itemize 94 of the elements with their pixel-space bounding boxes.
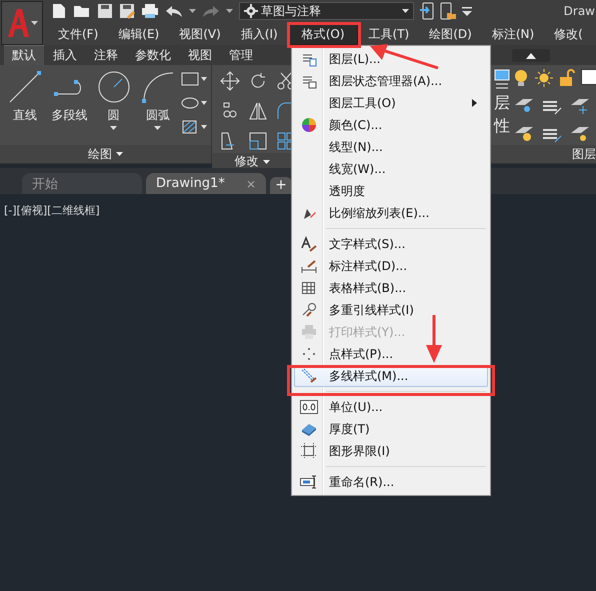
caret-icon: [402, 9, 409, 13]
draw-tool-button[interactable]: 多段线: [48, 69, 90, 124]
redo-icon[interactable]: [202, 4, 220, 18]
menu-item[interactable]: 线宽(W)...: [294, 158, 488, 180]
ribbon-tab[interactable]: 默认: [4, 45, 44, 65]
caret-icon: [262, 160, 270, 164]
scale-icon[interactable]: [248, 131, 268, 151]
document-tab[interactable]: 开始: [22, 173, 142, 194]
circle-icon: [98, 71, 130, 103]
menu-item[interactable]: 颜色(C)...: [294, 114, 488, 136]
window-title: Draw: [564, 4, 595, 18]
panel-title[interactable]: 图层: [491, 145, 596, 163]
layer-thaw-icon[interactable]: [569, 125, 591, 143]
caret-icon: [116, 152, 123, 156]
caret-icon: [154, 126, 162, 130]
layer-isolate-icon[interactable]: [513, 97, 535, 115]
menu-item[interactable]: 比例缩放列表(E)...: [294, 202, 488, 224]
workspace-dropdown[interactable]: 草图与注释: [239, 2, 414, 20]
new-file-icon[interactable]: [51, 3, 67, 19]
panel-toggle-button[interactable]: [512, 49, 550, 62]
text-style-icon: [301, 236, 317, 252]
save-icon[interactable]: [97, 3, 113, 19]
menu-item[interactable]: 多重引线样式(I): [294, 299, 488, 321]
panel-title[interactable]: 绘图: [0, 145, 211, 163]
undo-icon[interactable]: [165, 4, 183, 18]
caret-icon: [189, 9, 196, 13]
menu-bar-item[interactable]: 工具(T): [360, 22, 418, 44]
arc-icon: [142, 71, 174, 103]
dropdown-icon[interactable]: [462, 6, 472, 16]
share-icon[interactable]: [420, 2, 434, 20]
layer-freeze-icon[interactable]: [569, 97, 591, 115]
table-icon: [301, 280, 317, 296]
multiline-icon: [301, 368, 317, 384]
layer-on-icon[interactable]: [513, 125, 535, 143]
caret-icon: [226, 9, 233, 13]
thickness-icon: [301, 421, 317, 437]
bulb-icon[interactable]: [513, 69, 529, 87]
rectangle-icon[interactable]: [181, 71, 207, 87]
menu-item[interactable]: 图形界限(I): [294, 440, 488, 462]
menu-item[interactable]: 厚度(T): [294, 418, 488, 440]
menu-bar-item[interactable]: 绘图(D): [420, 22, 481, 44]
rename-icon: [300, 475, 318, 489]
unlocked-icon[interactable]: [559, 69, 575, 87]
line-icon: [9, 71, 42, 103]
leader-icon: [301, 302, 317, 318]
menu-item[interactable]: 表格样式(B)...: [294, 277, 488, 299]
menu-bar-item[interactable]: 修改(: [545, 22, 592, 44]
menu-bar-item[interactable]: 插入(I): [232, 22, 287, 44]
workspace-name: 草图与注释: [261, 2, 322, 20]
limits-icon: [301, 443, 317, 459]
new-tab-button[interactable]: +: [270, 177, 292, 194]
dots-icon: [303, 348, 315, 360]
caret-icon: [110, 126, 118, 130]
document-tab[interactable]: Drawing1* ×: [146, 173, 266, 194]
draw-tool-button[interactable]: 圆: [92, 69, 135, 130]
menu-bar-item[interactable]: 视图(V): [170, 22, 230, 44]
menu-item[interactable]: 图层(L)...: [294, 48, 488, 70]
app-menu-button[interactable]: [1, 1, 43, 45]
menu-bar-item[interactable]: 文件(F): [49, 22, 108, 44]
save-as-icon[interactable]: [119, 3, 135, 19]
layer-properties-button[interactable]: 层 性: [493, 69, 511, 137]
gear-icon: [244, 4, 258, 18]
triangle-icon: [526, 52, 536, 58]
hatch-icon[interactable]: [181, 119, 207, 135]
viewport-label[interactable]: [-][俯视][二维线框]: [0, 194, 104, 227]
menu-item[interactable]: 单位(U)...: [294, 396, 488, 418]
mirror-icon[interactable]: [248, 101, 268, 121]
menu-item[interactable]: 标注样式(D)...: [294, 255, 488, 277]
units-icon: [300, 400, 318, 414]
arrow-drawing: [426, 315, 442, 363]
printer-icon[interactable]: [141, 3, 159, 19]
draw-tool-button[interactable]: 圆弧: [136, 69, 179, 130]
mobile-folder-icon[interactable]: [440, 2, 456, 20]
color-wheel-icon: [301, 117, 317, 133]
menu-item[interactable]: 图层工具(O): [294, 92, 488, 114]
menu-bar-item[interactable]: 标注(N): [482, 22, 544, 44]
submenu-arrow-icon: [472, 99, 477, 107]
layer-properties-icon: [493, 69, 511, 91]
sun-icon[interactable]: [535, 69, 553, 87]
draw-tool-button[interactable]: 直线: [4, 69, 46, 124]
menu-item[interactable]: 线型(N)...: [294, 136, 488, 158]
printer-icon: [301, 324, 317, 340]
menu-item[interactable]: 重命名(R)...: [294, 471, 488, 493]
menu-item[interactable]: 文字样式(S)...: [294, 233, 488, 255]
move-icon[interactable]: [220, 71, 240, 91]
menu-bar-item[interactable]: 编辑(E): [109, 22, 168, 44]
menu-item[interactable]: 透明度: [294, 180, 488, 202]
open-folder-icon[interactable]: [73, 3, 91, 19]
color-swatch-icon[interactable]: [581, 69, 596, 85]
dimension-style-icon: [301, 258, 317, 274]
menu-item[interactable]: 图层状态管理器(A)...: [294, 70, 488, 92]
menu-item[interactable]: 点样式(P)...: [294, 343, 488, 365]
ellipse-icon[interactable]: [181, 95, 207, 111]
caret-icon: [31, 21, 38, 25]
